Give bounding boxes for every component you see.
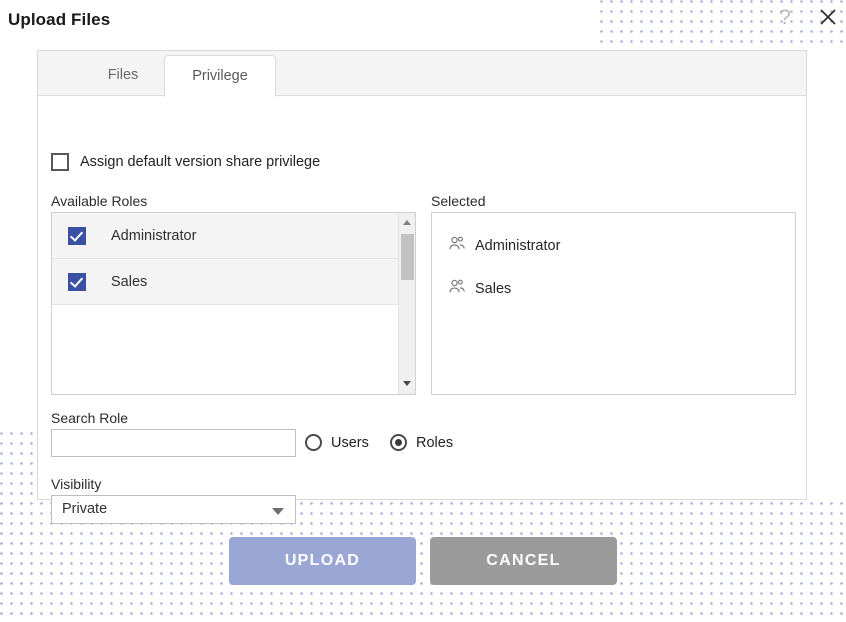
role-checkbox[interactable] — [68, 272, 86, 291]
available-roles-label: Available Roles — [51, 193, 148, 209]
radio-users[interactable]: Users — [305, 434, 369, 451]
scrollbar[interactable] — [398, 213, 415, 394]
radio-roles[interactable]: Roles — [390, 434, 453, 451]
list-empty-area — [52, 305, 415, 394]
page-title: Upload Files — [8, 10, 111, 29]
list-item[interactable]: Administrator — [52, 213, 415, 259]
chevron-down-icon[interactable] — [272, 508, 284, 515]
radio-users-mark[interactable] — [305, 434, 322, 451]
close-icon[interactable] — [814, 4, 842, 32]
list-item[interactable]: Sales — [432, 267, 795, 310]
radio-users-label: Users — [331, 434, 369, 451]
cancel-button[interactable]: CANCEL — [430, 537, 617, 585]
assign-default-privilege-checkbox[interactable] — [51, 153, 69, 171]
assign-default-privilege-label: Assign default version share privilege — [80, 154, 321, 170]
search-role-label: Search Role — [51, 410, 129, 426]
tab-privilege[interactable]: Privilege — [164, 55, 276, 97]
selected-roles-panel[interactable]: Administrator Sales — [431, 212, 796, 395]
upload-button[interactable]: UPLOAD — [229, 537, 416, 585]
role-label: Sales — [111, 273, 148, 290]
role-checkbox[interactable] — [68, 226, 86, 245]
visibility-selected-value: Private — [62, 501, 108, 517]
help-icon[interactable]: ? — [772, 4, 798, 32]
privilege-panel: Assign default version share privilege A… — [38, 96, 806, 524]
available-roles-list[interactable]: Administrator Sales — [51, 212, 416, 395]
upload-files-card: Files Privilege Assign default version s… — [37, 50, 807, 524]
radio-roles-mark[interactable] — [390, 434, 407, 451]
dot-pattern-left — [0, 432, 40, 622]
group-icon — [449, 236, 466, 256]
assign-default-privilege-row[interactable]: Assign default version share privilege — [51, 153, 320, 171]
scrollbar-thumb[interactable] — [401, 234, 414, 280]
visibility-label: Visibility — [51, 476, 102, 492]
selected-role-label: Sales — [475, 280, 512, 297]
tab-files[interactable]: Files — [84, 55, 162, 96]
selected-role-label: Administrator — [475, 237, 561, 254]
selected-label: Selected — [431, 193, 486, 209]
search-input[interactable] — [51, 429, 296, 457]
scroll-up-icon[interactable] — [399, 215, 415, 231]
list-item[interactable]: Administrator — [432, 224, 795, 267]
role-label: Administrator — [111, 227, 197, 244]
radio-roles-label: Roles — [416, 434, 454, 451]
group-icon — [449, 279, 466, 299]
dialog-title-bar: Upload Files ? — [0, 0, 846, 42]
scroll-down-icon[interactable] — [399, 376, 415, 392]
list-item[interactable]: Sales — [52, 259, 415, 305]
tab-strip: Files Privilege — [38, 51, 806, 97]
visibility-select[interactable]: Private — [51, 495, 296, 524]
